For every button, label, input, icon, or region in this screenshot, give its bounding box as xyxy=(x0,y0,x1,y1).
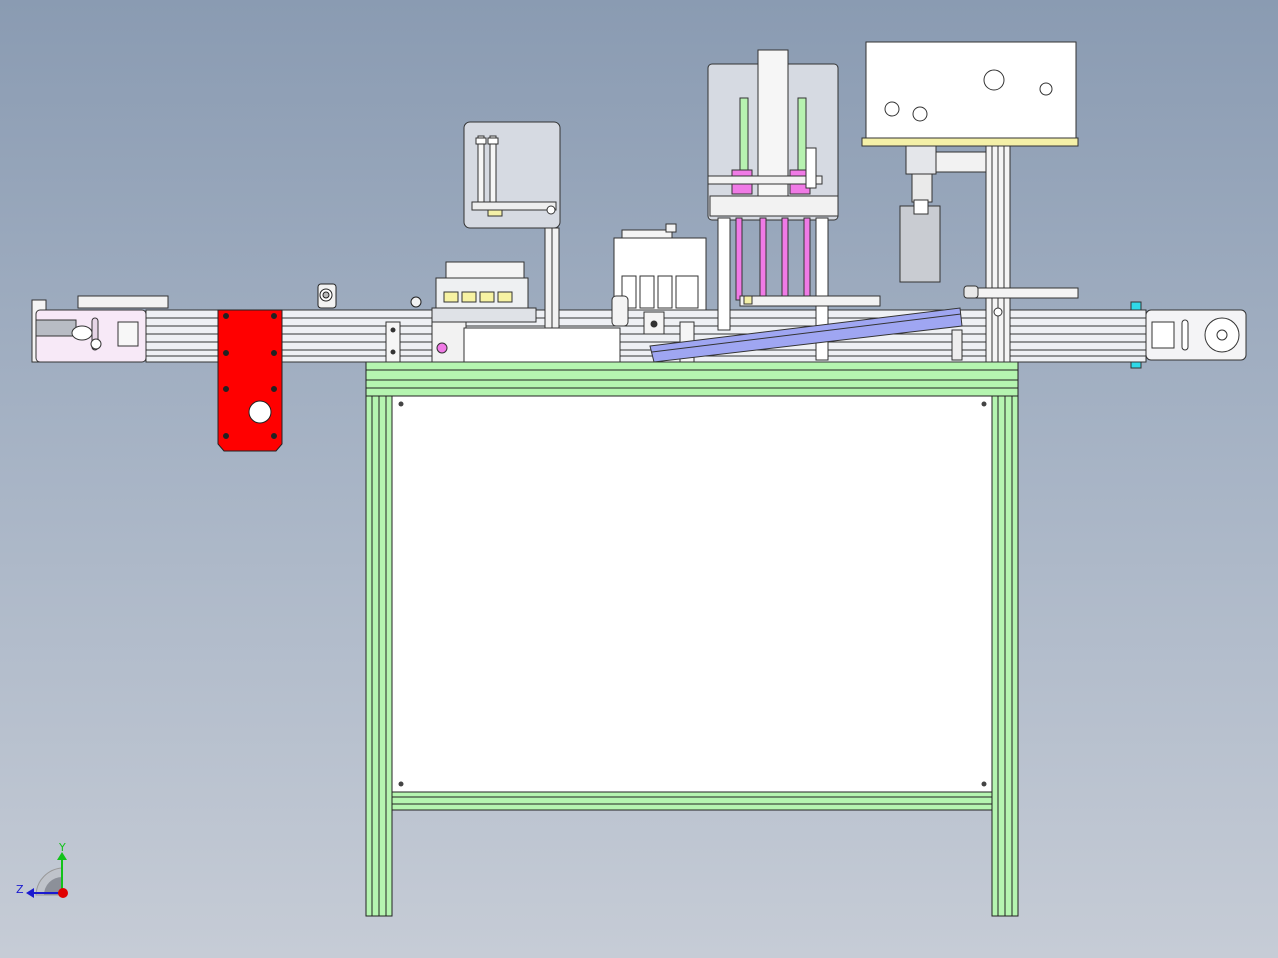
panel-screw xyxy=(981,401,987,407)
frame-lower-rail xyxy=(391,791,993,811)
origin-dot xyxy=(58,888,68,898)
pink-knob xyxy=(436,342,448,354)
cyan-marker-top xyxy=(1130,301,1142,311)
y-axis-label: Y xyxy=(58,841,66,854)
left-end-cap xyxy=(31,299,147,363)
green-guide-rod xyxy=(797,97,807,179)
grey-sensor-box xyxy=(899,205,941,283)
pink-rod xyxy=(735,217,743,301)
pink-rod xyxy=(803,217,811,301)
z-axis-label: Z xyxy=(16,883,24,896)
beam-top-strip xyxy=(77,295,169,309)
coordinate-triad: Y Z xyxy=(16,841,68,898)
green-guide-rod xyxy=(739,97,749,179)
frame-top-rail xyxy=(365,361,1019,397)
red-motor-plate xyxy=(217,309,283,452)
cad-viewport[interactable]: Y Z xyxy=(0,0,1278,958)
panel-screw xyxy=(398,401,404,407)
cyan-marker-bottom xyxy=(1130,361,1142,369)
machine-assembly-drawing: Y Z xyxy=(16,41,1247,917)
front-panel xyxy=(391,395,993,793)
panel-screw xyxy=(398,781,404,787)
motor-shaft-hole xyxy=(248,400,272,424)
yellow-mount-plate xyxy=(861,137,1079,147)
pink-rod xyxy=(781,217,789,301)
panel-screw xyxy=(981,781,987,787)
right-end-cap xyxy=(1130,301,1247,369)
pink-rod xyxy=(759,217,767,301)
guide-roller xyxy=(317,283,422,309)
